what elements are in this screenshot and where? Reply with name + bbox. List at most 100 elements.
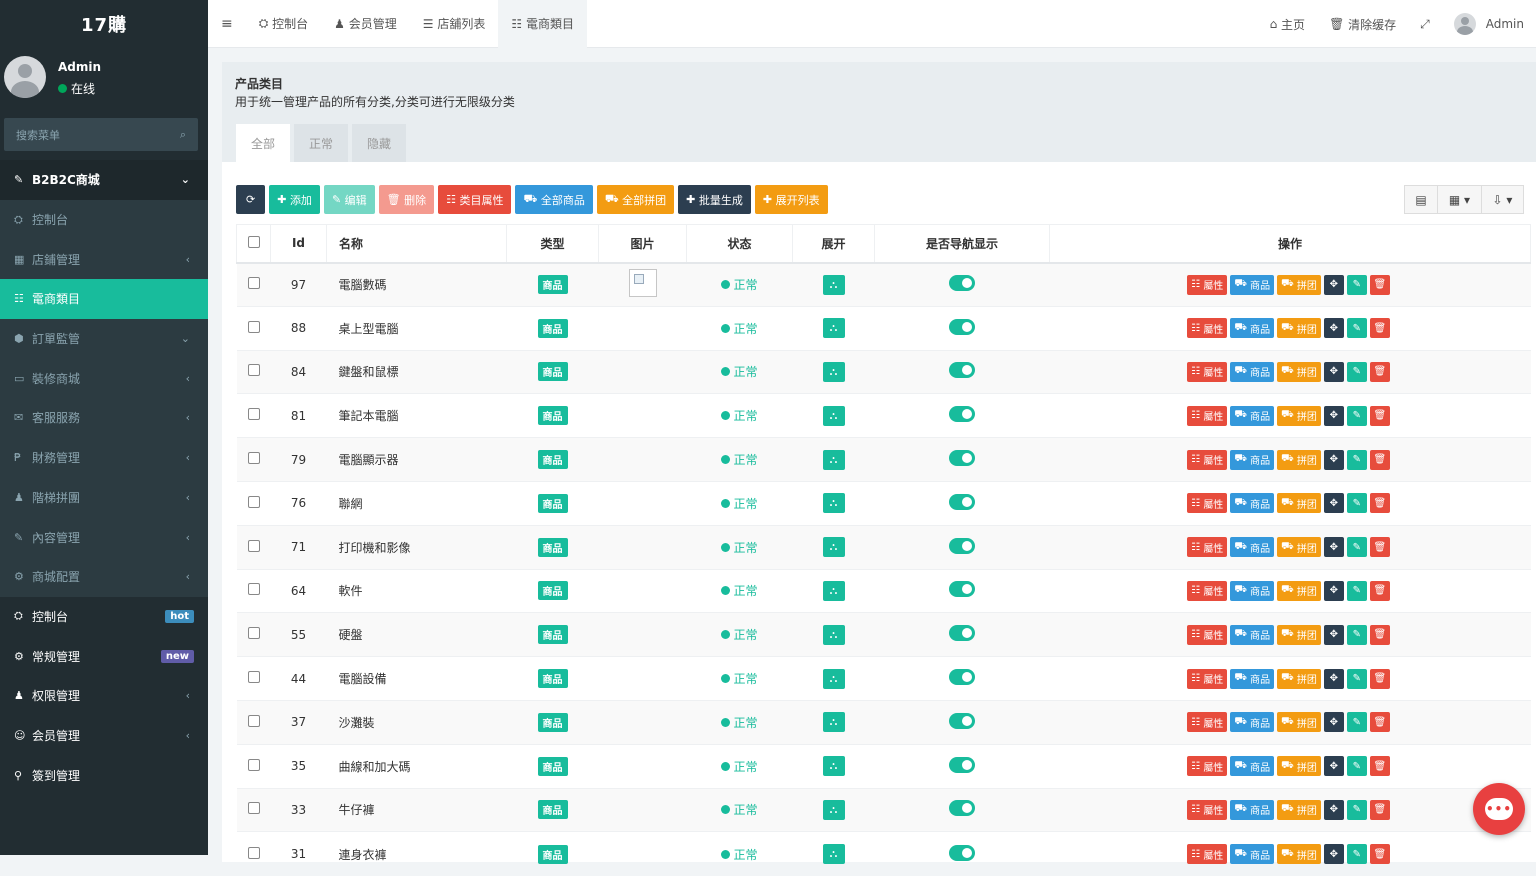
broken-image-icon[interactable] [628, 269, 657, 298]
move-icon[interactable]: ✥ [1323, 449, 1344, 470]
fullscreen-icon[interactable]: ⤢ [1408, 17, 1442, 32]
toggle-switch[interactable] [949, 800, 975, 817]
sidebar-item-0[interactable]: ⛭ 控制台 [0, 199, 208, 240]
row-nav-toggle[interactable] [874, 524, 1050, 570]
sitemap-icon[interactable]: ⛬ [822, 624, 845, 645]
row-expand[interactable]: ⛬ [792, 743, 875, 789]
col-name[interactable]: 名称 [326, 224, 507, 264]
sitemap-icon[interactable]: ⛬ [822, 756, 845, 777]
tab-hidden[interactable]: 隐藏 [352, 124, 406, 162]
all-goods-button[interactable]: ⛟ 全部商品 [515, 185, 593, 214]
row-checkbox[interactable] [236, 262, 271, 307]
row-image[interactable] [598, 437, 687, 482]
attr-button[interactable]: ☷ 屬性 [1187, 844, 1228, 864]
goods-button[interactable]: ⛟ 商品 [1230, 844, 1275, 864]
row-image[interactable] [598, 612, 687, 657]
sitemap-icon[interactable]: ⛬ [822, 844, 845, 864]
tab-categories[interactable]: ☷ 電商類目 [498, 0, 587, 48]
move-icon[interactable]: ✥ [1323, 361, 1344, 382]
row-expand[interactable]: ⛬ [792, 656, 875, 701]
table-row[interactable]: 97 電腦數碼 商品 正常 ⛬ ☷ 屬性 ⛟ 商品 ⛟ 拼团 ✥ ✎ 🗑 [236, 262, 1531, 307]
edit-pencil-icon[interactable]: ✎ [1346, 844, 1367, 864]
row-checkbox[interactable] [236, 699, 271, 745]
attr-button[interactable]: ☷ 屬性 [1187, 405, 1228, 426]
table-row[interactable]: 44 電腦設備 商品 正常 ⛬ ☷ 屬性 ⛟ 商品 ⛟ 拼团 ✥ ✎ 🗑 [236, 656, 1531, 701]
row-checkbox[interactable] [236, 787, 271, 832]
group-button[interactable]: ⛟ 拼团 [1277, 844, 1321, 864]
row-checkbox[interactable] [236, 568, 271, 613]
row-expand[interactable]: ⛬ [792, 524, 875, 570]
row-image[interactable] [598, 743, 687, 789]
goods-button[interactable]: ⛟ 商品 [1230, 580, 1275, 601]
goods-button[interactable]: ⛟ 商品 [1230, 799, 1275, 820]
group-button[interactable]: ⛟ 拼团 [1277, 405, 1321, 426]
row-expand[interactable]: ⛬ [792, 305, 875, 351]
row-image[interactable] [598, 305, 687, 351]
row-checkbox[interactable] [236, 349, 271, 394]
move-icon[interactable]: ✥ [1323, 668, 1344, 689]
row-checkbox[interactable] [236, 612, 271, 657]
col-nav-display[interactable]: 是否导航显示 [874, 224, 1050, 264]
table-row[interactable]: 84 鍵盤和鼠標 商品 正常 ⛬ ☷ 屬性 ⛟ 商品 ⛟ 拼团 ✥ ✎ 🗑 [236, 349, 1531, 394]
row-nav-toggle[interactable] [874, 831, 1050, 876]
row-image[interactable] [598, 524, 687, 570]
toggle-switch[interactable] [949, 756, 975, 773]
row-nav-toggle[interactable] [874, 262, 1050, 307]
row-checkbox[interactable] [236, 305, 271, 351]
edit-pencil-icon[interactable]: ✎ [1346, 580, 1367, 601]
row-nav-toggle[interactable] [874, 787, 1050, 832]
trash-icon[interactable]: 🗑 [1369, 580, 1390, 601]
sidebar-main-item-1[interactable]: ⚙ 常规管理 new [0, 636, 208, 676]
sitemap-icon[interactable]: ⛬ [822, 537, 845, 558]
group-button[interactable]: ⛟ 拼团 [1277, 274, 1321, 295]
sidebar-search[interactable]: 搜索菜单 ⌕ [4, 118, 198, 151]
toggle-switch[interactable] [949, 537, 975, 554]
expand-list-button[interactable]: ✚ 展开列表 [754, 185, 828, 214]
group-button[interactable]: ⛟ 拼团 [1277, 668, 1321, 689]
goods-button[interactable]: ⛟ 商品 [1230, 756, 1275, 777]
group-button[interactable]: ⛟ 拼团 [1277, 624, 1321, 645]
sidebar-item-2[interactable]: ☷ 電商類目 [0, 279, 208, 319]
trash-icon[interactable]: 🗑 [1369, 274, 1390, 295]
tab-members[interactable]: ♟ 会员管理 [321, 0, 410, 48]
edit-button[interactable]: ✎ 编辑 [323, 185, 375, 214]
sidebar-item-4[interactable]: ▭ 裝修商城 ‹ [0, 358, 208, 399]
sidebar-item-9[interactable]: ⚙ 商城配置 ‹ [0, 556, 208, 597]
attr-button[interactable]: ☷ 屬性 [1187, 712, 1228, 733]
move-icon[interactable]: ✥ [1323, 274, 1344, 295]
sidebar-item-5[interactable]: ✉ 客服服務 ‹ [0, 398, 208, 438]
goods-button[interactable]: ⛟ 商品 [1230, 361, 1275, 382]
sitemap-icon[interactable]: ⛬ [822, 712, 845, 733]
batch-generate-button[interactable]: ✚ 批量生成 [678, 185, 751, 214]
move-icon[interactable]: ✥ [1323, 537, 1344, 558]
attr-button[interactable]: ☷ 屬性 [1187, 756, 1228, 777]
group-button[interactable]: ⛟ 拼团 [1277, 449, 1321, 470]
sidebar-item-8[interactable]: ✎ 內容管理 ‹ [0, 517, 208, 557]
goods-button[interactable]: ⛟ 商品 [1230, 493, 1275, 514]
row-image[interactable] [598, 480, 687, 526]
move-icon[interactable]: ✥ [1323, 756, 1344, 777]
row-image[interactable] [598, 656, 687, 701]
select-all-checkbox[interactable] [236, 224, 271, 264]
goods-button[interactable]: ⛟ 商品 [1230, 712, 1275, 733]
row-expand[interactable]: ⛬ [792, 262, 875, 307]
toggle-switch[interactable] [949, 275, 975, 292]
edit-pencil-icon[interactable]: ✎ [1346, 449, 1367, 470]
trash-icon[interactable]: 🗑 [1369, 799, 1390, 820]
all-group-button[interactable]: ⛟ 全部拼团 [596, 185, 675, 214]
attr-button[interactable]: ☷ 屬性 [1187, 624, 1228, 645]
sidebar-main-item-3[interactable]: ☺ 会员管理 ‹ [0, 716, 208, 756]
col-image[interactable]: 图片 [598, 224, 687, 264]
toggle-view-icon[interactable]: ▤ [1404, 185, 1438, 214]
row-expand[interactable]: ⛬ [792, 568, 875, 613]
edit-pencil-icon[interactable]: ✎ [1346, 624, 1367, 645]
goods-button[interactable]: ⛟ 商品 [1230, 318, 1275, 339]
trash-icon[interactable]: 🗑 [1369, 844, 1390, 864]
tab-dashboard[interactable]: ⛭ 控制台 [246, 0, 321, 48]
edit-pencil-icon[interactable]: ✎ [1346, 318, 1367, 339]
table-row[interactable]: 81 筆記本電腦 商品 正常 ⛬ ☷ 屬性 ⛟ 商品 ⛟ 拼团 ✥ ✎ 🗑 [236, 393, 1531, 438]
sidebar-item-7[interactable]: ♟ 階梯拼團 ‹ [0, 477, 208, 518]
row-expand[interactable]: ⛬ [792, 437, 875, 482]
col-status[interactable]: 状态 [686, 224, 793, 264]
attr-button[interactable]: ☷ 屬性 [1187, 799, 1228, 820]
